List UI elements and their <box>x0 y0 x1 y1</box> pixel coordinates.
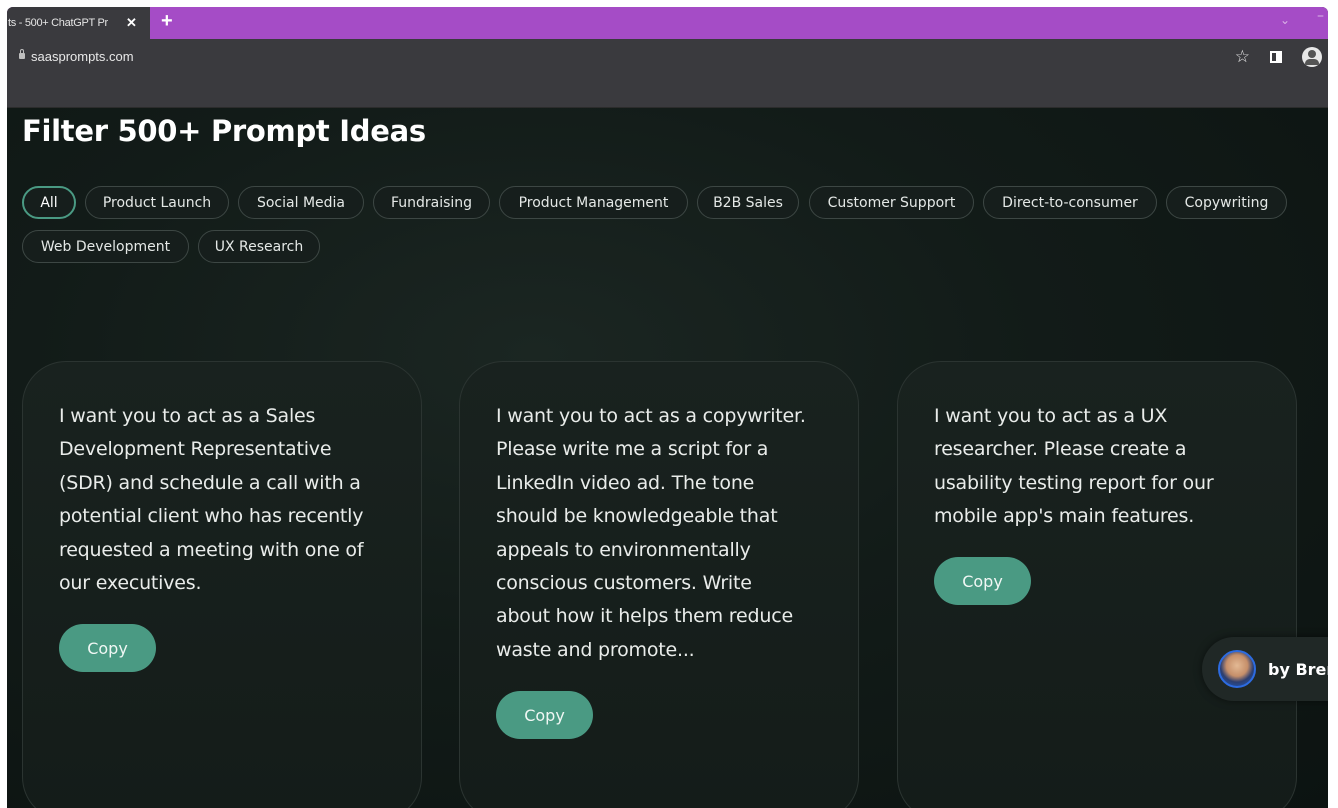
author-badge[interactable]: by Bren <box>1202 637 1328 701</box>
prompt-line: Development Representative <box>59 438 332 461</box>
prompt-line: I want you to act as a copywriter. <box>496 405 806 427</box>
filter-chip-b2b-sales[interactable]: B2B Sales <box>697 186 799 219</box>
prompt-line: (SDR) and schedule a call with a <box>59 471 361 494</box>
side-panel-icon[interactable] <box>1270 51 1282 63</box>
url-field[interactable]: saasprompts.com <box>31 49 134 64</box>
filter-chip-fundraising[interactable]: Fundraising <box>373 186 490 219</box>
author-name: by Bren <box>1268 659 1328 679</box>
prompt-line: mobile app's main features. <box>934 505 1195 528</box>
avatar <box>1218 650 1256 688</box>
filter-chip-ux-research[interactable]: UX Research <box>198 230 320 263</box>
prompt-card: I want you to act as a UX researcher. Pl… <box>897 361 1297 808</box>
prompt-line: should be knowledgeable that <box>496 505 778 528</box>
prompt-line: appeals to environmentally <box>496 538 751 561</box>
filter-chip-copywriting[interactable]: Copywriting <box>1166 186 1287 219</box>
filter-chip-direct-to-consumer[interactable]: Direct-to-consumer <box>983 186 1157 219</box>
page-content: Filter 500+ Prompt Ideas All Product Lau… <box>7 108 1328 808</box>
prompt-text: I want you to act as a UX researcher. Pl… <box>934 400 1274 534</box>
tab-title: ts - 500+ ChatGPT Pr <box>8 17 108 29</box>
prompt-line: potential client who has recently <box>59 505 364 528</box>
copy-button[interactable]: Copy <box>934 557 1031 605</box>
browser-window: ts - 500+ ChatGPT Pr ✕ + ⌄ – saasprompts… <box>7 7 1328 808</box>
prompt-text: I want you to act as a Sales Development… <box>59 400 399 600</box>
prompt-card: I want you to act as a copywriter. Pleas… <box>459 361 859 808</box>
chevron-down-icon[interactable]: ⌄ <box>1280 13 1290 27</box>
filter-chip-social-media[interactable]: Social Media <box>238 186 364 219</box>
address-bar: saasprompts.com ☆ <box>7 39 1328 77</box>
prompt-line: waste and promote... <box>496 638 695 661</box>
filter-chip-product-management[interactable]: Product Management <box>499 186 688 219</box>
browser-tab[interactable]: ts - 500+ ChatGPT Pr ✕ <box>7 7 150 39</box>
prompt-line: I want you to act as a Sales <box>59 405 316 427</box>
prompt-line: I want you to act as a UX <box>934 405 1168 427</box>
prompt-line: our executives. <box>59 572 202 595</box>
lock-icon <box>19 49 25 59</box>
close-icon[interactable]: ✕ <box>126 15 137 31</box>
filter-chip-customer-support[interactable]: Customer Support <box>809 186 974 219</box>
prompt-line: researcher. Please create a <box>934 438 1187 461</box>
filter-chip-all[interactable]: All <box>22 186 76 219</box>
copy-button[interactable]: Copy <box>59 624 156 672</box>
new-tab-button[interactable]: + <box>161 10 173 33</box>
prompt-line: conscious customers. Write <box>496 572 752 595</box>
page-title: Filter 500+ Prompt Ideas <box>22 114 426 148</box>
filter-chip-product-launch[interactable]: Product Launch <box>85 186 229 219</box>
profile-icon[interactable] <box>1302 47 1322 67</box>
prompt-text: I want you to act as a copywriter. Pleas… <box>496 400 836 667</box>
prompt-line: about how it helps them reduce <box>496 605 793 628</box>
star-icon[interactable]: ☆ <box>1235 47 1250 67</box>
copy-button[interactable]: Copy <box>496 691 593 739</box>
bookmarks-bar <box>7 77 1328 108</box>
prompt-line: LinkedIn video ad. The tone <box>496 471 755 494</box>
prompt-line: requested a meeting with one of <box>59 538 364 561</box>
minimize-icon[interactable]: – <box>1317 8 1324 24</box>
prompt-card: I want you to act as a Sales Development… <box>22 361 422 808</box>
filter-chip-web-development[interactable]: Web Development <box>22 230 189 263</box>
prompt-line: Please write me a script for a <box>496 438 769 461</box>
tab-strip: ts - 500+ ChatGPT Pr ✕ + ⌄ – <box>7 7 1328 39</box>
prompt-line: usability testing report for our <box>934 471 1214 494</box>
